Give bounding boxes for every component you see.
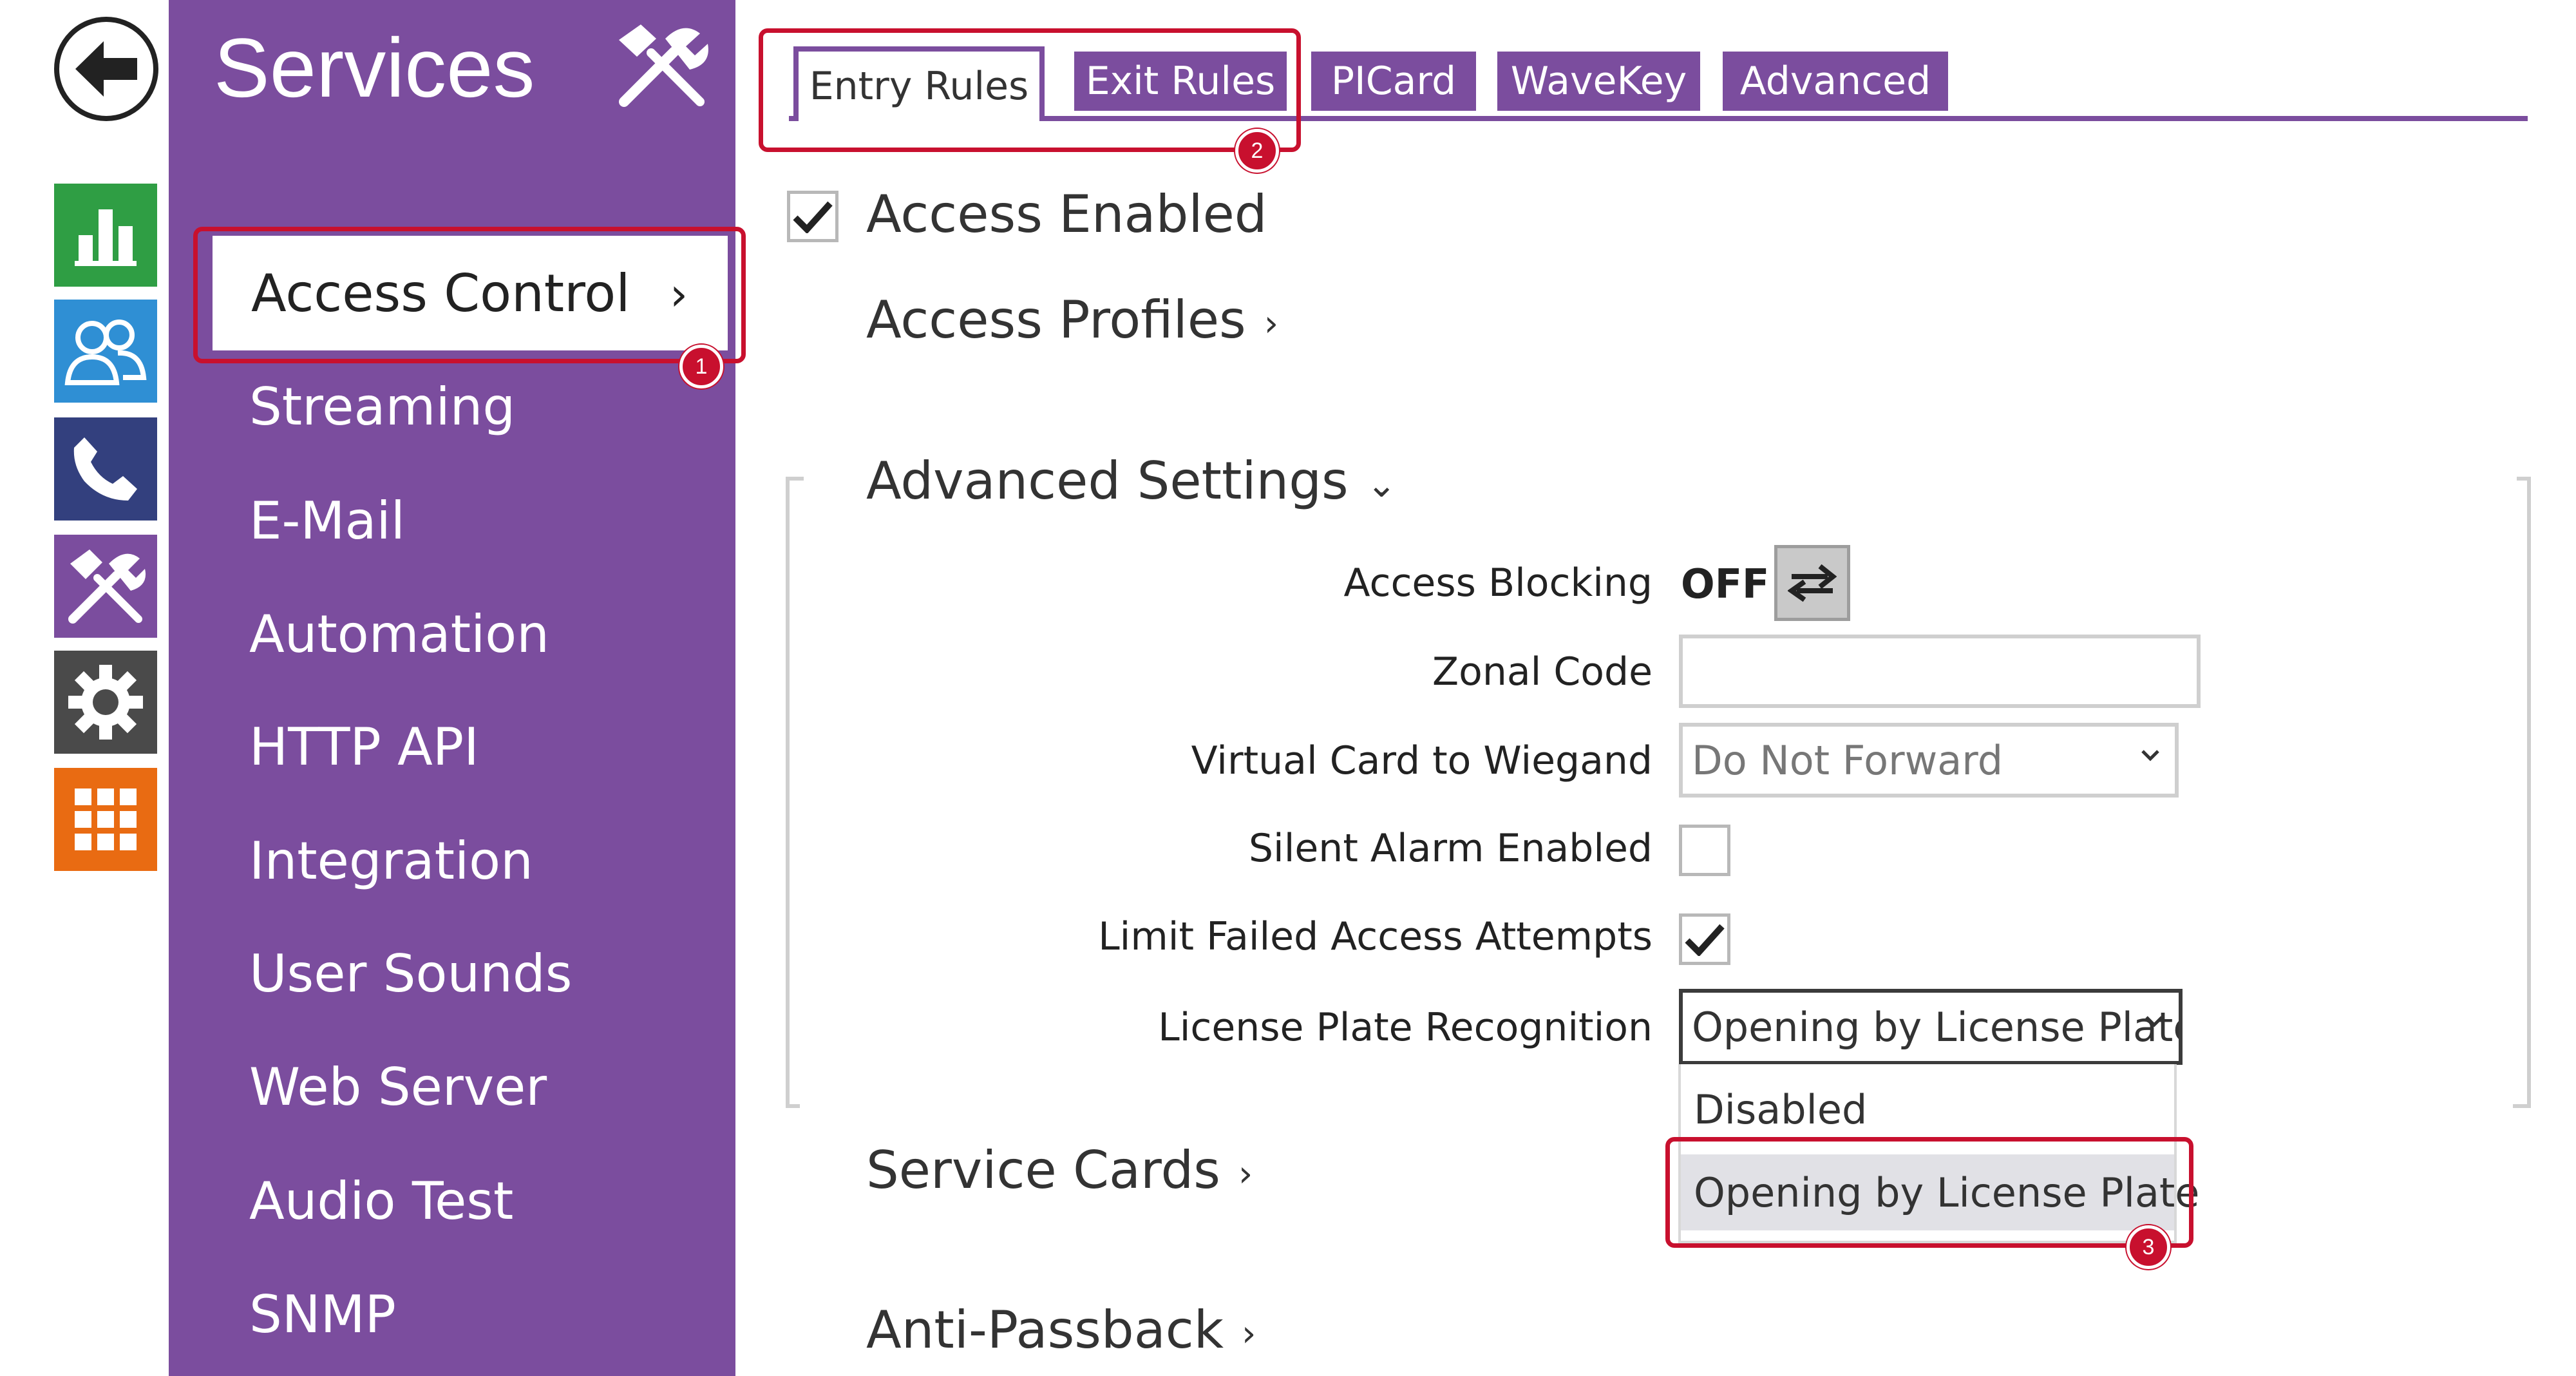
- callout-box-2: [759, 28, 1301, 152]
- access-blocking-state: OFF: [1681, 560, 1770, 607]
- advanced-settings-label: Advanced Settings: [866, 451, 1349, 511]
- sidebar-item-email[interactable]: E-Mail: [249, 491, 405, 551]
- access-enabled-checkbox[interactable]: [787, 191, 838, 242]
- chevron-down-icon: [2145, 1016, 2163, 1027]
- tools-icon: [619, 24, 708, 107]
- arrow-left-icon: [75, 41, 137, 97]
- virtual-card-label: Virtual Card to Wiegand: [1191, 738, 1653, 783]
- users-icon: [64, 320, 147, 385]
- access-profiles-link[interactable]: Access Profiles ›: [866, 290, 1278, 350]
- callout-badge-3: 3: [2126, 1225, 2170, 1269]
- nav-apps-button[interactable]: [54, 768, 157, 871]
- access-enabled-label: Access Enabled: [866, 184, 1267, 244]
- nav-directory-button[interactable]: [54, 300, 157, 403]
- sidebar-item-automation[interactable]: Automation: [249, 604, 549, 664]
- swap-arrows-icon: [1788, 564, 1837, 602]
- chevron-right-icon: ›: [1238, 1152, 1253, 1195]
- advanced-settings-toggle[interactable]: Advanced Settings ⌄: [866, 451, 1397, 511]
- sidebar-item-streaming[interactable]: Streaming: [249, 377, 515, 437]
- services-sidebar: Services Access Control › Streaming E-Ma…: [169, 0, 735, 1376]
- sidebar-item-web-server[interactable]: Web Server: [249, 1057, 547, 1117]
- sidebar-item-user-sounds[interactable]: User Sounds: [249, 944, 572, 1004]
- tools-icon: [68, 549, 146, 624]
- anti-passback-label: Anti-Passback: [866, 1300, 1224, 1360]
- nav-phone-button[interactable]: [54, 417, 157, 521]
- zonal-code-label: Zonal Code: [1432, 649, 1653, 694]
- lpr-option-disabled[interactable]: Disabled: [1681, 1077, 2174, 1142]
- sidebar-title: Services: [214, 21, 535, 115]
- tab-advanced[interactable]: Advanced: [1723, 52, 1948, 111]
- nav-status-button[interactable]: [54, 184, 157, 287]
- nav-services-button[interactable]: [54, 535, 157, 638]
- fieldset-corner: [2517, 477, 2531, 481]
- limit-failed-label: Limit Failed Access Attempts: [1098, 914, 1653, 959]
- sidebar-item-integration[interactable]: Integration: [249, 831, 533, 891]
- back-button[interactable]: [54, 17, 158, 121]
- grid-icon: [75, 788, 137, 850]
- tab-wavekey[interactable]: WaveKey: [1497, 52, 1700, 111]
- zonal-code-input[interactable]: [1679, 635, 2201, 708]
- callout-box-3: [1665, 1137, 2193, 1248]
- callout-box-1: [193, 227, 746, 363]
- bar-chart-icon: [75, 209, 137, 266]
- service-cards-label: Service Cards: [866, 1140, 1220, 1200]
- checkmark-icon: [1685, 924, 1725, 956]
- chevron-right-icon: ›: [1264, 302, 1279, 345]
- lpr-label: License Plate Recognition: [1158, 1005, 1653, 1050]
- chevron-down-icon: ⌄: [1366, 463, 1397, 506]
- phone-icon: [73, 437, 137, 501]
- sidebar-item-http-api[interactable]: HTTP API: [249, 717, 479, 777]
- tab-picard[interactable]: PICard: [1311, 52, 1476, 111]
- advanced-settings-fieldset: [786, 477, 2531, 1108]
- chevron-right-icon: ›: [1242, 1312, 1256, 1355]
- anti-passback-link[interactable]: Anti-Passback ›: [866, 1300, 1256, 1360]
- sidebar-item-audio-test[interactable]: Audio Test: [249, 1171, 513, 1231]
- access-profiles-label: Access Profiles: [866, 290, 1246, 350]
- gear-icon: [68, 665, 143, 740]
- lpr-select[interactable]: Opening by License Plate: [1679, 989, 2183, 1065]
- virtual-card-select[interactable]: Do Not Forward: [1679, 723, 2179, 798]
- chevron-down-icon: [2141, 750, 2159, 761]
- silent-alarm-checkbox[interactable]: [1679, 825, 1730, 876]
- virtual-card-value: Do Not Forward: [1692, 736, 2003, 784]
- callout-badge-1: 1: [679, 345, 723, 388]
- checkmark-icon: [793, 201, 833, 233]
- service-cards-link[interactable]: Service Cards ›: [866, 1140, 1253, 1200]
- fieldset-corner: [786, 1104, 800, 1108]
- silent-alarm-label: Silent Alarm Enabled: [1248, 826, 1653, 871]
- main-nav-rail: [0, 0, 169, 1376]
- lpr-value: Opening by License Plate: [1692, 1003, 2183, 1051]
- access-blocking-label: Access Blocking: [1343, 560, 1653, 606]
- nav-system-button[interactable]: [54, 651, 157, 754]
- limit-failed-checkbox[interactable]: [1679, 913, 1730, 965]
- sidebar-item-snmp[interactable]: SNMP: [249, 1285, 396, 1344]
- callout-badge-2: 2: [1235, 129, 1279, 173]
- access-blocking-toggle-button[interactable]: [1774, 545, 1850, 621]
